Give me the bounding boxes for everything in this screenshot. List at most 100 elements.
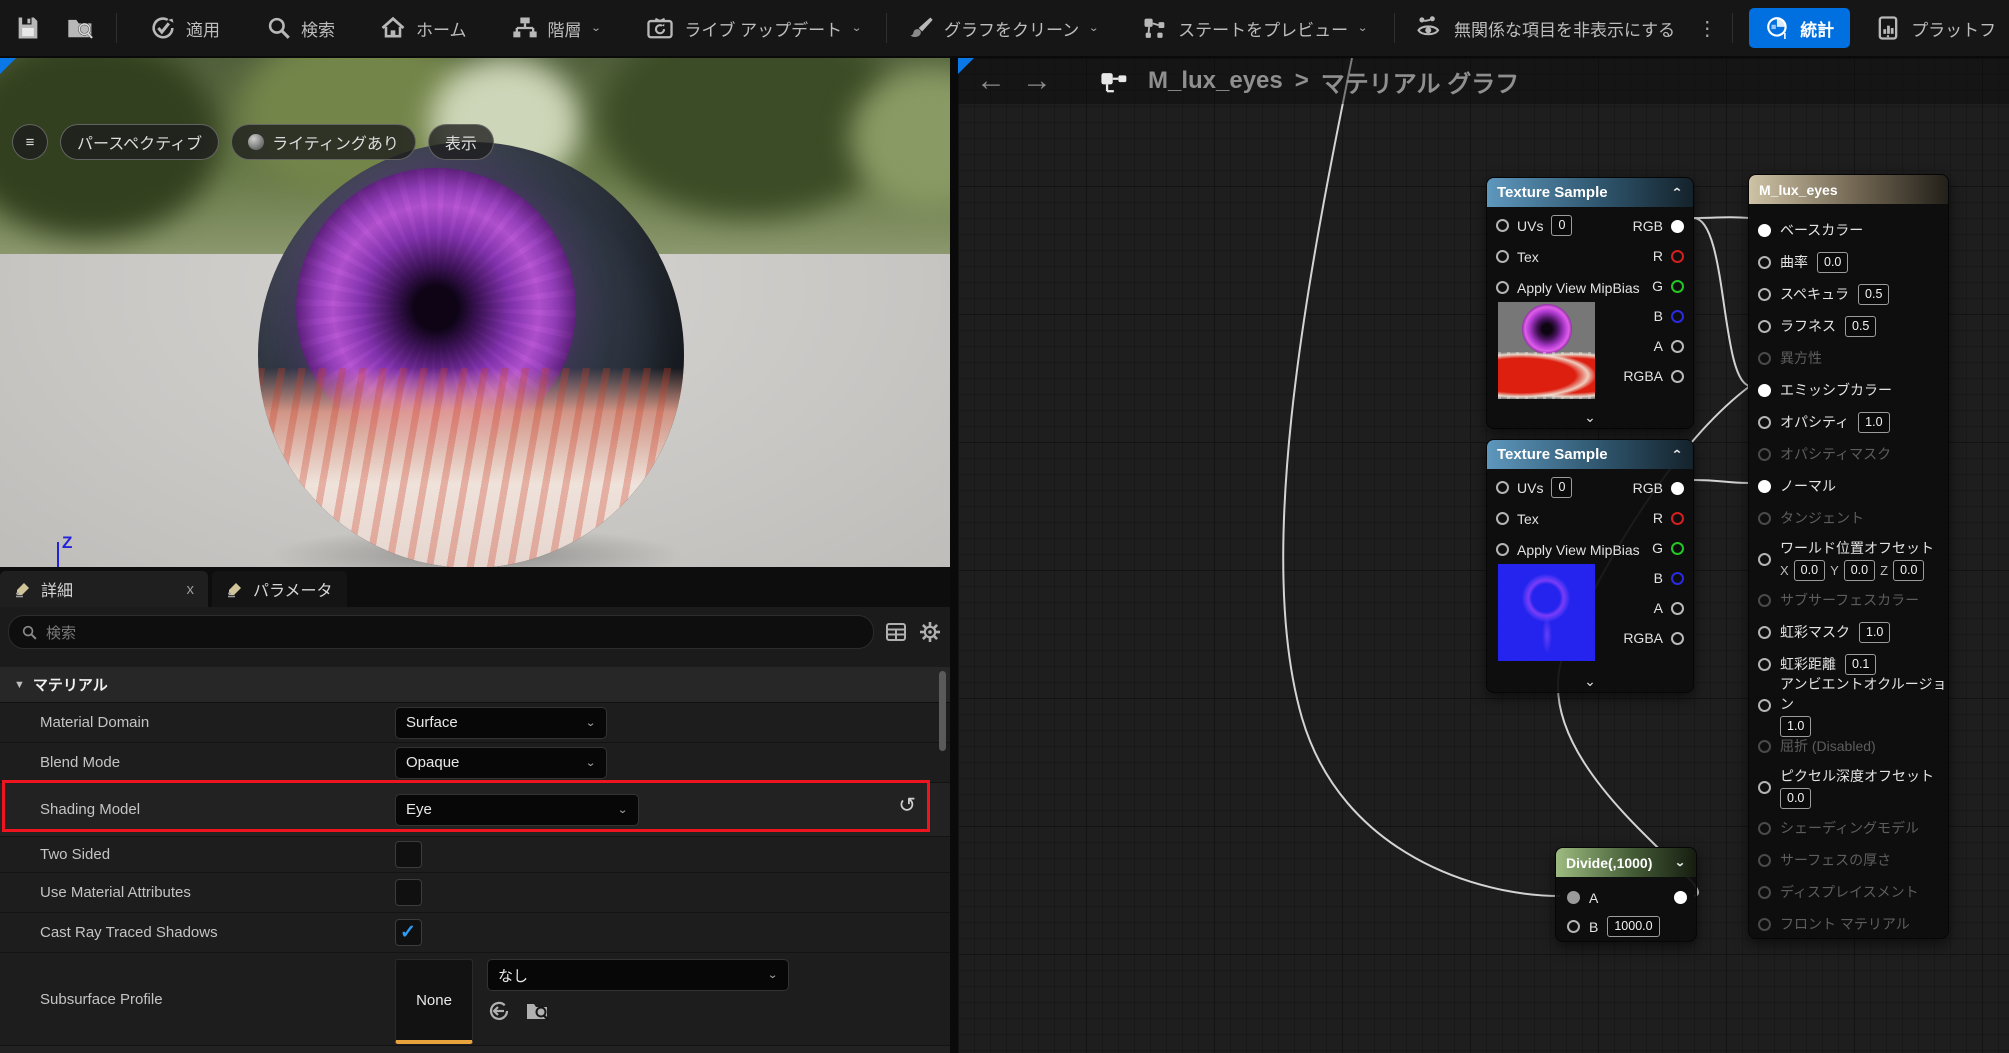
tab-parameters[interactable]: パラメータ bbox=[212, 571, 347, 607]
output-pin-rgb[interactable] bbox=[1671, 219, 1684, 233]
home-button[interactable]: ホーム bbox=[365, 0, 481, 56]
clean-graph-button[interactable]: グラフをクリーン ⌄ bbox=[893, 0, 1113, 56]
material-result-node[interactable]: M_lux_eyes ベースカラー 曲率 0.0 スペキュラ 0.5 ラフネス 0.5 異方性… bbox=[1748, 174, 1949, 939]
expand-icon[interactable]: ⌄ bbox=[1487, 673, 1693, 690]
expand-icon[interactable]: ⌄ bbox=[1674, 856, 1686, 870]
gear-icon[interactable] bbox=[918, 620, 942, 644]
material-input-pin[interactable] bbox=[1758, 593, 1771, 607]
material-input-pin[interactable] bbox=[1758, 917, 1771, 931]
input-pin[interactable] bbox=[1496, 543, 1509, 556]
material-input-pin[interactable] bbox=[1758, 287, 1771, 301]
section-material[interactable]: ▼ マテリアル bbox=[0, 667, 950, 703]
material-graph-panel[interactable]: ← → M_lux_eyes > マテリアル グラフ Texture Sampl… bbox=[958, 58, 2009, 1053]
divide-input-a-pin[interactable] bbox=[1567, 891, 1580, 904]
input-pin[interactable] bbox=[1496, 481, 1509, 494]
live-update-button[interactable]: ライブ アップデート ⌄ bbox=[631, 0, 876, 56]
pin-value[interactable]: 0.0 bbox=[1793, 559, 1826, 581]
breadcrumb-material[interactable]: M_lux_eyes bbox=[1148, 67, 1283, 95]
input-pin[interactable] bbox=[1496, 250, 1509, 263]
hierarchy-button[interactable]: 階層 ⌄ bbox=[497, 0, 616, 56]
pin-value[interactable]: 0.0 bbox=[1893, 559, 1925, 581]
toolbar-overflow-button[interactable]: ⋮ bbox=[1689, 16, 1726, 41]
output-pin-r[interactable] bbox=[1671, 511, 1684, 525]
texture-sample-node-1[interactable]: Texture Sample ⌃ UVs 0 Tex Apply View MipBia… bbox=[1486, 177, 1694, 429]
perspective-button[interactable]: パースペクティブ bbox=[60, 124, 220, 160]
material-input-pin[interactable] bbox=[1758, 447, 1771, 461]
expand-icon[interactable]: ⌄ bbox=[1487, 409, 1693, 426]
input-value[interactable]: 0 bbox=[1551, 477, 1573, 498]
input-pin[interactable] bbox=[1496, 512, 1509, 525]
material-input-pin[interactable] bbox=[1758, 739, 1771, 753]
material-input-pin[interactable] bbox=[1758, 479, 1771, 493]
pin-value[interactable]: 0.5 bbox=[1845, 315, 1877, 337]
texture-sample-node-2[interactable]: Texture Sample ⌃ UVs 0 Tex Apply View MipBia… bbox=[1486, 439, 1694, 693]
input-value[interactable]: 0 bbox=[1551, 215, 1573, 236]
lit-mode-button[interactable]: ライティングあり bbox=[231, 124, 416, 160]
pin-value[interactable]: 0.1 bbox=[1845, 653, 1877, 675]
material-domain-select[interactable]: Surface ⌄ bbox=[395, 706, 607, 739]
platform-stats-button[interactable]: プラットフ bbox=[1860, 0, 1996, 56]
divide-output-pin[interactable] bbox=[1674, 891, 1687, 904]
output-pin-rgba[interactable] bbox=[1671, 631, 1684, 645]
input-pin[interactable] bbox=[1496, 219, 1509, 232]
search-button[interactable]: 検索 bbox=[252, 0, 349, 56]
material-input-pin[interactable] bbox=[1758, 552, 1771, 566]
output-pin-rgba[interactable] bbox=[1671, 369, 1684, 383]
back-button[interactable]: ← bbox=[976, 66, 1006, 96]
output-pin-b[interactable] bbox=[1671, 309, 1684, 323]
material-input-pin[interactable] bbox=[1758, 415, 1771, 429]
material-input-pin[interactable] bbox=[1758, 223, 1771, 237]
material-input-pin[interactable] bbox=[1758, 821, 1771, 835]
stats-button[interactable]: i 統計 bbox=[1749, 8, 1851, 48]
browse-button[interactable] bbox=[52, 0, 110, 56]
pin-value[interactable]: 0.0 bbox=[1817, 251, 1849, 273]
material-input-pin[interactable] bbox=[1758, 780, 1771, 794]
pin-value[interactable]: 1.0 bbox=[1858, 411, 1890, 433]
save-button[interactable] bbox=[0, 0, 52, 56]
forward-button[interactable]: → bbox=[1022, 66, 1052, 96]
shading-model-select[interactable]: Eye ⌄ bbox=[395, 793, 639, 826]
browse-asset-icon[interactable] bbox=[525, 999, 551, 1023]
material-input-pin[interactable] bbox=[1758, 853, 1771, 867]
material-input-pin[interactable] bbox=[1758, 319, 1771, 333]
pane-divider[interactable] bbox=[950, 58, 958, 1053]
pin-value[interactable]: 0.0 bbox=[1843, 559, 1876, 581]
use-selected-asset-icon[interactable] bbox=[487, 999, 511, 1023]
tab-details[interactable]: 詳細 x bbox=[0, 571, 208, 607]
details-scrollbar[interactable] bbox=[939, 671, 946, 751]
show-button[interactable]: 表示 bbox=[427, 124, 494, 160]
material-input-pin[interactable] bbox=[1758, 698, 1771, 712]
use-material-attributes-checkbox[interactable] bbox=[395, 879, 422, 906]
reset-to-default-icon[interactable]: ↺ bbox=[898, 793, 916, 818]
output-pin-g[interactable] bbox=[1671, 541, 1684, 555]
details-search-input[interactable]: 検索 bbox=[8, 615, 874, 649]
material-input-pin[interactable] bbox=[1758, 351, 1771, 365]
collapse-icon[interactable]: ⌃ bbox=[1671, 186, 1683, 200]
output-pin-rgb[interactable] bbox=[1671, 481, 1684, 495]
output-pin-a[interactable] bbox=[1671, 601, 1684, 615]
pin-value[interactable]: 0.0 bbox=[1780, 787, 1812, 809]
display-filter-icon[interactable] bbox=[884, 620, 908, 644]
material-input-pin[interactable] bbox=[1758, 511, 1771, 525]
two-sided-checkbox[interactable] bbox=[395, 841, 422, 868]
material-input-pin[interactable] bbox=[1758, 885, 1771, 899]
material-input-pin[interactable] bbox=[1758, 383, 1771, 397]
divide-b-value[interactable]: 1000.0 bbox=[1607, 916, 1660, 937]
output-pin-a[interactable] bbox=[1671, 339, 1684, 353]
divide-node[interactable]: Divide(,1000) ⌄ A B 1000.0 bbox=[1555, 847, 1697, 942]
collapse-icon[interactable]: ⌃ bbox=[1671, 448, 1683, 462]
section-advanced[interactable]: ▼詳細設定 bbox=[0, 1046, 950, 1053]
pin-value[interactable]: 0.5 bbox=[1858, 283, 1890, 305]
output-pin-g[interactable] bbox=[1671, 279, 1684, 293]
apply-button[interactable]: 適用 bbox=[135, 0, 234, 56]
pin-value[interactable]: 1.0 bbox=[1780, 715, 1812, 737]
tab-close-icon[interactable]: x bbox=[187, 581, 195, 598]
material-preview-sphere[interactable] bbox=[258, 142, 684, 567]
material-input-pin[interactable] bbox=[1758, 255, 1771, 269]
cast-ray-traced-shadows-checkbox[interactable] bbox=[395, 919, 422, 946]
output-pin-r[interactable] bbox=[1671, 249, 1684, 263]
preview-viewport[interactable]: ≡ パースペクティブ ライティングあり 表示 Z X bbox=[0, 58, 950, 567]
material-input-pin[interactable] bbox=[1758, 625, 1771, 639]
material-input-pin[interactable] bbox=[1758, 657, 1771, 671]
pin-value[interactable]: 1.0 bbox=[1859, 621, 1891, 643]
